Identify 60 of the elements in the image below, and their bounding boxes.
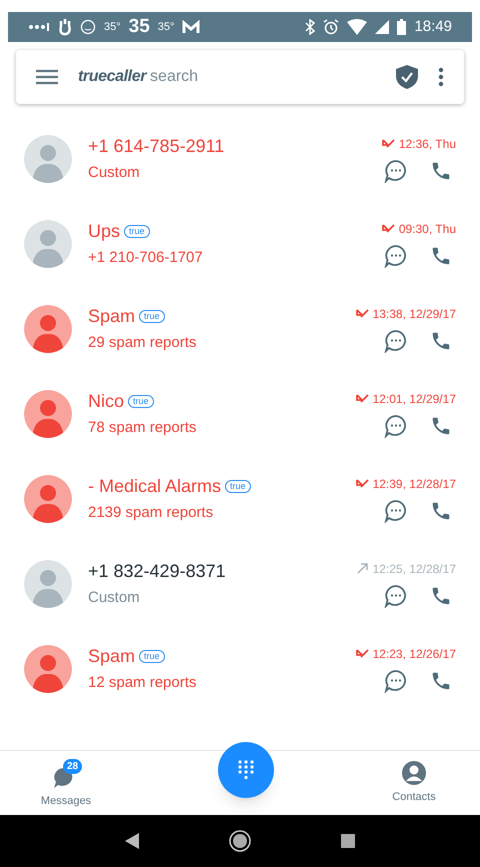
caller-detail: 78 spam reports — [88, 418, 198, 438]
app-logo-icon — [182, 20, 200, 34]
message-icon[interactable] — [384, 498, 408, 522]
message-icon[interactable] — [384, 158, 408, 182]
signal-dots-icon — [28, 23, 50, 31]
shield-check-icon[interactable] — [396, 65, 418, 89]
message-icon[interactable] — [384, 328, 408, 352]
call-time: 13:38, 12/29/17 — [372, 306, 456, 322]
call-time: 12:39, 12/28/17 — [372, 476, 456, 492]
search-bar[interactable]: truecaller search — [16, 50, 464, 104]
temperature-text: 35° — [104, 20, 121, 35]
more-options-icon[interactable] — [438, 67, 444, 87]
message-icon[interactable] — [384, 584, 408, 608]
wifi-icon — [347, 19, 368, 35]
caller-detail: 2139 spam reports — [88, 502, 214, 523]
menu-icon[interactable] — [36, 69, 58, 85]
caller-detail: 29 spam reports — [88, 332, 198, 353]
caller-name: +1 832-429-8371 — [88, 560, 226, 583]
message-icon[interactable] — [384, 414, 408, 438]
call-time: 12:36, Thu — [398, 136, 456, 152]
smiley-icon — [80, 19, 96, 35]
verified-badge: true — [139, 650, 165, 663]
messages-label: Messages — [40, 794, 92, 809]
temperature-text: 35° — [158, 20, 174, 35]
verified-badge: true — [128, 394, 154, 408]
call-time: 12:23, 12/26/17 — [372, 646, 456, 662]
messages-tab[interactable]: 28 Messages — [36, 756, 96, 810]
caller-detail: Custom — [88, 162, 141, 183]
clock-text: 18:49 — [414, 16, 452, 37]
message-icon[interactable] — [384, 244, 408, 268]
verified-badge: true — [139, 310, 165, 323]
verified-badge: true — [225, 480, 251, 493]
caller-detail: Custom — [88, 588, 141, 608]
contacts-label: Contacts — [392, 790, 436, 805]
caller-name: Ups — [88, 220, 120, 243]
alarm-icon — [323, 19, 340, 35]
call-time: 12:01, 12/29/17 — [372, 390, 456, 408]
back-icon[interactable] — [125, 833, 139, 849]
caller-name: Nico — [88, 390, 124, 413]
temperature-text: 35 — [128, 14, 150, 39]
call-time: 12:25, 12/28/17 — [372, 560, 456, 578]
call-time: 09:30, Thu — [398, 220, 456, 238]
cell-signal-icon — [375, 20, 390, 34]
caller-detail: 12 spam reports — [88, 672, 198, 693]
caller-name: - Medical Alarms — [88, 474, 222, 498]
caller-name: Spam — [88, 644, 136, 668]
home-icon[interactable] — [229, 830, 251, 852]
dialpad-icon — [238, 760, 254, 780]
app-logo: truecaller — [78, 67, 146, 87]
caller-detail: +1 210-706-1707 — [88, 248, 204, 268]
search-placeholder: search — [150, 67, 198, 87]
caller-name: +1 614-785-2911 — [88, 134, 224, 158]
message-icon[interactable] — [384, 668, 408, 692]
bluetooth-icon — [305, 19, 316, 35]
battery-icon — [397, 19, 406, 35]
unread-count-badge: 28 — [63, 758, 82, 774]
contacts-tab[interactable]: Contacts — [384, 760, 444, 806]
verified-badge: true — [124, 224, 150, 238]
person-icon — [402, 760, 426, 785]
caller-name: Spam — [88, 304, 136, 328]
